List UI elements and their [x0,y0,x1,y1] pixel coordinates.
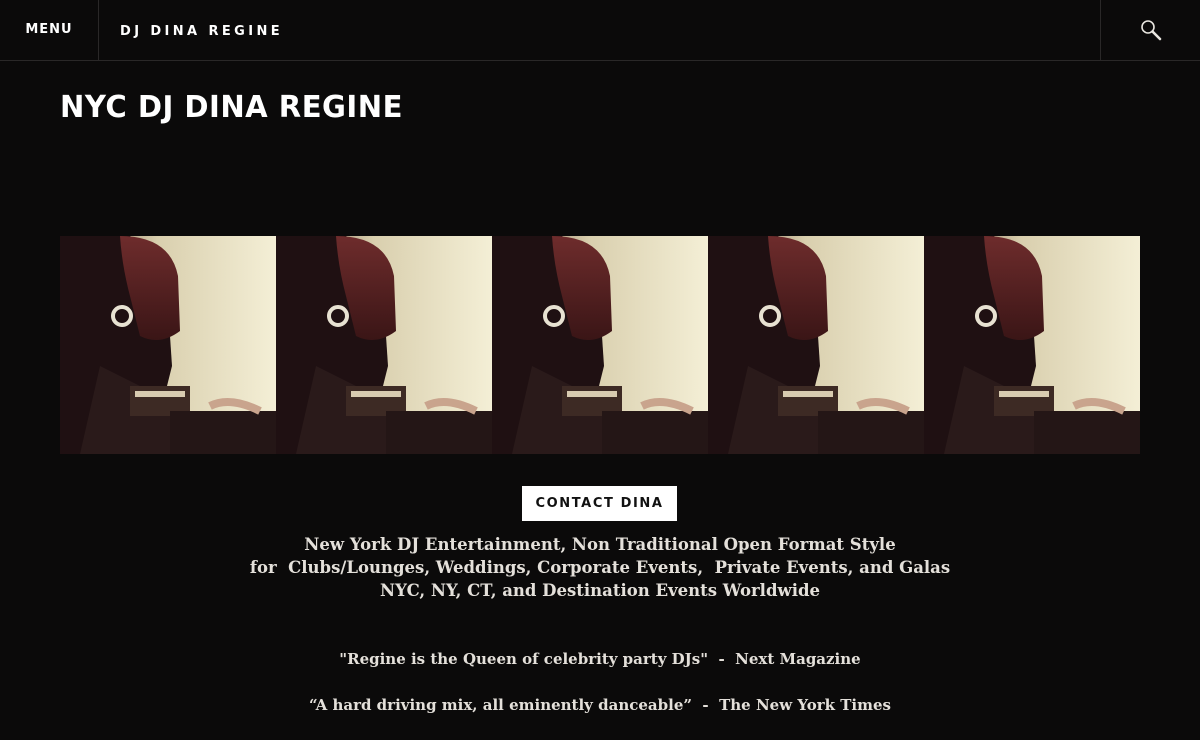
top-bar: MENU DJ DINA REGINE [0,0,1200,61]
banner-frame [924,236,1140,454]
menu-button[interactable]: MENU [0,0,99,60]
tagline-line: for Clubs/Lounges, Weddings, Corporate E… [249,558,951,577]
banner-frame [276,236,492,454]
banner-image [60,236,1140,454]
banner-frame [492,236,708,454]
tagline: New York DJ Entertainment, Non Tradition… [0,533,1200,602]
contact-button[interactable]: CONTACT DINA [522,486,677,521]
banner-frame [708,236,924,454]
page-title: NYC DJ DINA REGINE [60,90,403,125]
search-button[interactable] [1100,0,1200,60]
tagline-line: NYC, NY, CT, and Destination Events Worl… [380,581,820,600]
search-icon [1140,20,1161,41]
press-quote: "Regine is the Queen of celebrity party … [339,650,861,668]
tagline-line: New York DJ Entertainment, Non Tradition… [304,535,896,554]
press-quote: “A hard driving mix, all eminently dance… [309,696,891,714]
banner-frame [60,236,276,454]
site-name-link[interactable]: DJ DINA REGINE [120,24,283,39]
